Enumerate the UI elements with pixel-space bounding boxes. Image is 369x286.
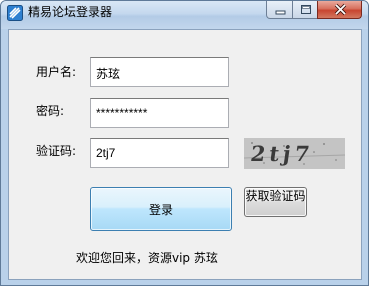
close-button[interactable] xyxy=(317,1,362,19)
login-button[interactable]: 登录 xyxy=(90,187,232,231)
app-logo-icon xyxy=(7,5,23,21)
minimize-icon xyxy=(275,10,286,15)
captcha-field[interactable]: 2tj7 xyxy=(90,138,229,168)
window-title: 精易论坛登录器 xyxy=(28,5,113,19)
maximize-icon xyxy=(301,5,311,14)
password-label: 密码: xyxy=(36,104,65,118)
captcha-label: 验证码: xyxy=(36,144,77,158)
close-icon xyxy=(334,3,347,16)
login-window: 精易论坛登录器 用户名: 苏玹 密码: *********** 验证码: 2tj… xyxy=(0,0,369,286)
username-field[interactable]: 苏玹 xyxy=(90,57,229,87)
captcha-image[interactable]: 2tj7 xyxy=(244,138,345,169)
maximize-button[interactable] xyxy=(292,1,318,19)
title-bar[interactable]: 精易论坛登录器 xyxy=(1,1,368,29)
get-captcha-button[interactable]: 获取验证码 xyxy=(244,187,307,217)
welcome-message: 欢迎您回来，资源vip 苏玹 xyxy=(76,251,218,265)
password-field[interactable]: *********** xyxy=(90,98,229,128)
minimize-button[interactable] xyxy=(266,1,293,19)
username-label: 用户名: xyxy=(36,65,77,79)
captcha-text: 2tj7 xyxy=(249,141,315,166)
